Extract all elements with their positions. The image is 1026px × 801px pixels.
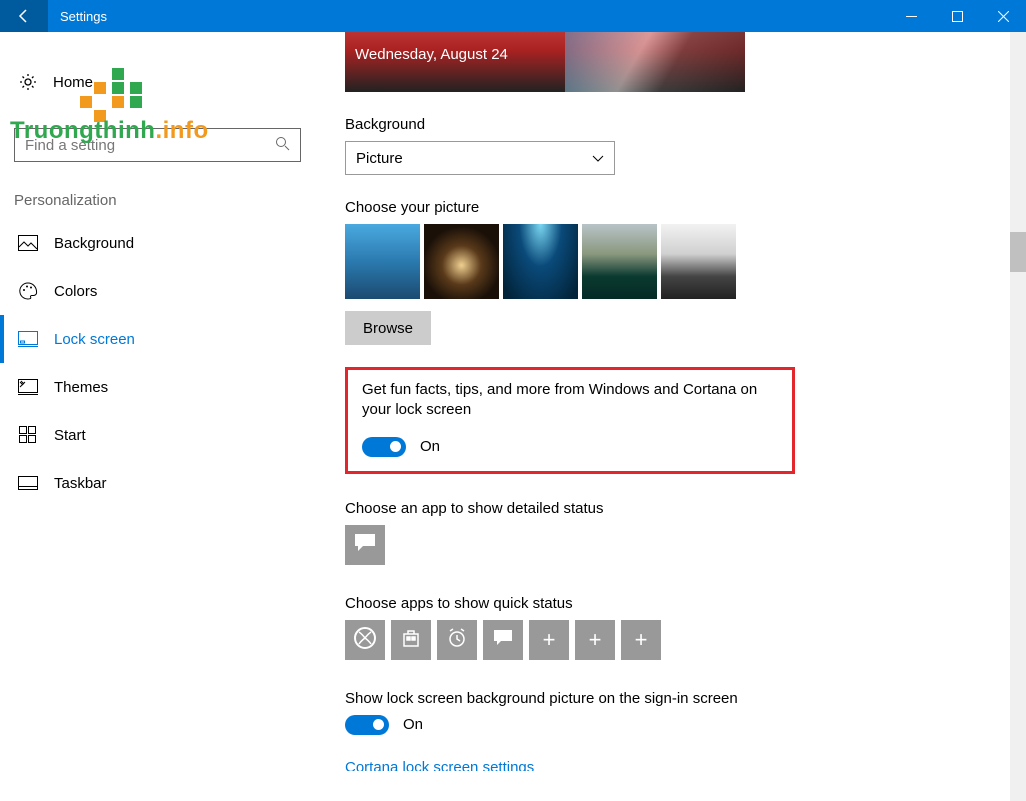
main-content: Wednesday, August 24 Background Picture … <box>315 32 1026 801</box>
quick-status-slot-5[interactable]: + <box>529 620 569 660</box>
background-dropdown[interactable]: Picture <box>345 141 615 175</box>
picture-thumb-2[interactable] <box>424 224 499 299</box>
scrollbar[interactable] <box>1010 32 1026 801</box>
titlebar: Settings <box>0 0 1026 32</box>
signin-picture-toggle-state: On <box>403 716 423 733</box>
sidebar-item-colors[interactable]: Colors <box>0 267 315 315</box>
close-button[interactable] <box>980 0 1026 32</box>
xbox-icon <box>354 627 376 653</box>
background-label: Background <box>345 116 1026 133</box>
browse-button[interactable]: Browse <box>345 311 431 345</box>
sidebar-item-label: Colors <box>54 283 97 300</box>
home-button[interactable]: Home <box>0 60 315 104</box>
choose-picture-label: Choose your picture <box>345 199 1026 216</box>
quick-status-slot-1[interactable] <box>345 620 385 660</box>
sidebar-item-themes[interactable]: Themes <box>0 363 315 411</box>
picture-thumb-3[interactable] <box>503 224 578 299</box>
quick-status-slot-6[interactable]: + <box>575 620 615 660</box>
lock-screen-preview: Wednesday, August 24 <box>345 32 745 92</box>
quick-status-slot-7[interactable]: + <box>621 620 661 660</box>
back-button[interactable] <box>0 0 48 32</box>
scrollbar-thumb[interactable] <box>1010 232 1026 272</box>
preview-date: Wednesday, August 24 <box>355 46 508 63</box>
funfacts-toggle-state: On <box>420 438 440 455</box>
home-label: Home <box>53 74 93 91</box>
window-controls <box>888 0 1026 32</box>
detailed-status-app-slot[interactable] <box>345 525 385 565</box>
alarm-icon <box>446 627 468 653</box>
message-icon <box>354 533 376 557</box>
start-icon <box>18 425 38 445</box>
maximize-button[interactable] <box>934 0 980 32</box>
sidebar-item-start[interactable]: Start <box>0 411 315 459</box>
window-title: Settings <box>48 9 888 24</box>
search-placeholder: Find a setting <box>25 137 275 154</box>
picture-thumb-1[interactable] <box>345 224 420 299</box>
signin-picture-toggle[interactable] <box>345 715 389 735</box>
plus-icon: + <box>543 627 556 653</box>
sidebar-item-background[interactable]: Background <box>0 219 315 267</box>
funfacts-toggle[interactable] <box>362 437 406 457</box>
sidebar-item-label: Lock screen <box>54 331 135 348</box>
nav-list: Background Colors Lock screen Themes Sta… <box>0 219 315 507</box>
minimize-button[interactable] <box>888 0 934 32</box>
palette-icon <box>18 281 38 301</box>
picture-thumb-4[interactable] <box>582 224 657 299</box>
arrow-left-icon <box>16 8 32 24</box>
search-input[interactable]: Find a setting <box>14 128 301 162</box>
quick-status-slot-4[interactable] <box>483 620 523 660</box>
signin-picture-label: Show lock screen background picture on t… <box>345 690 1026 707</box>
store-icon <box>401 628 421 652</box>
sidebar-item-label: Start <box>54 427 86 444</box>
chevron-down-icon <box>592 150 604 167</box>
quick-status-slot-3[interactable] <box>437 620 477 660</box>
themes-icon <box>18 377 38 397</box>
gear-icon <box>18 72 38 92</box>
cortana-settings-link[interactable]: Cortana lock screen settings <box>345 759 1026 772</box>
sidebar-item-label: Taskbar <box>54 475 107 492</box>
plus-icon: + <box>635 627 648 653</box>
section-header: Personalization <box>0 162 315 219</box>
dropdown-value: Picture <box>356 150 403 167</box>
message-icon <box>493 629 513 651</box>
lock-screen-icon <box>18 329 38 349</box>
funfacts-section: Get fun facts, tips, and more from Windo… <box>345 367 795 474</box>
sidebar-item-taskbar[interactable]: Taskbar <box>0 459 315 507</box>
sidebar-item-lock-screen[interactable]: Lock screen <box>0 315 315 363</box>
picture-thumbnails <box>345 224 1026 299</box>
sidebar-item-label: Background <box>54 235 134 252</box>
taskbar-icon <box>18 473 38 493</box>
sidebar: Home Find a setting Personalization Back… <box>0 32 315 801</box>
quick-status-label: Choose apps to show quick status <box>345 595 1026 612</box>
funfacts-label: Get fun facts, tips, and more from Windo… <box>362 380 778 421</box>
image-icon <box>18 233 38 253</box>
picture-thumb-5[interactable] <box>661 224 736 299</box>
detailed-status-label: Choose an app to show detailed status <box>345 500 1026 517</box>
sidebar-item-label: Themes <box>54 379 108 396</box>
plus-icon: + <box>589 627 602 653</box>
quick-status-slot-2[interactable] <box>391 620 431 660</box>
search-icon <box>275 136 290 155</box>
